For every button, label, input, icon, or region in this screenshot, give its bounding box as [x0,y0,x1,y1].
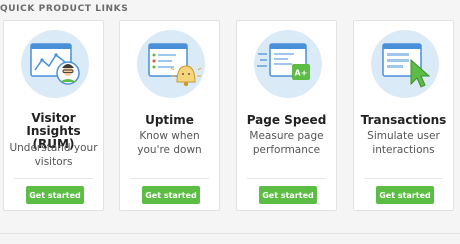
visitor-insights-icon [21,30,89,98]
page-speed-icon: A+ [254,30,322,98]
product-card-uptime: Uptime Know when you're down Get started [119,20,220,211]
card-description: Measure page performance [249,130,324,156]
divider [14,178,93,179]
uptime-bell-icon [137,30,205,98]
section-title: QUICK PRODUCT LINKS [0,4,129,14]
divider [247,178,326,179]
card-title: Transactions [360,113,447,127]
divider [364,178,443,179]
card-description: Simulate user interactions [367,130,440,156]
product-card-page-speed: A+ Page Speed Measure page performance G… [236,20,337,211]
product-card-transactions: Transactions Simulate user interactions … [353,20,454,211]
product-card-visitor-insights: Visitor Insights (RUM) Understand your v… [3,20,104,211]
bottom-divider [0,233,460,234]
get-started-button-uptime[interactable]: Get started [142,186,200,204]
card-description: Know when you're down [137,130,202,156]
get-started-button-page-speed[interactable]: Get started [259,186,317,204]
get-started-button-visitor-insights[interactable]: Get started [26,186,84,204]
card-title: Uptime [145,113,194,127]
transactions-cursor-icon [371,30,439,98]
divider [130,178,209,179]
get-started-button-transactions[interactable]: Get started [376,186,434,204]
card-title: Page Speed [246,113,327,127]
svg-text:A+: A+ [295,69,308,78]
card-description: Understand your visitors [9,142,98,168]
